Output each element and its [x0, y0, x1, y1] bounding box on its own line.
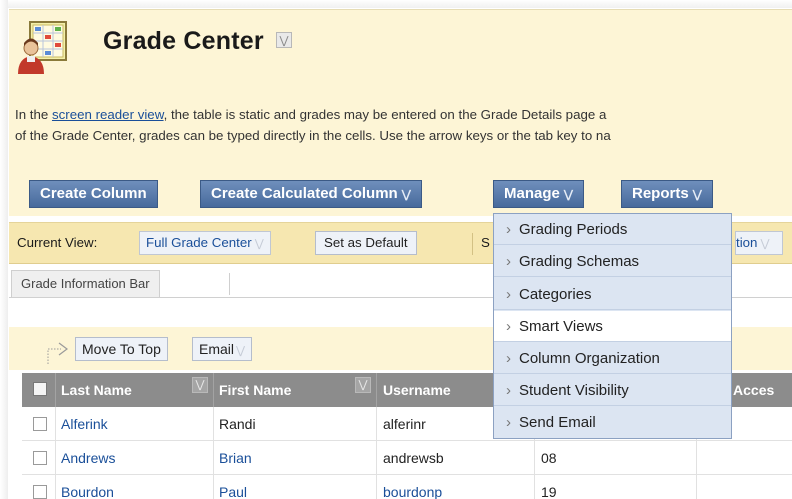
column-divider [213, 373, 214, 407]
chevron-right-icon: › [506, 221, 511, 238]
chevron-down-icon: ⋁ [254, 238, 264, 250]
manage-button[interactable]: Manage ⋁ [493, 180, 584, 208]
left-shadow [0, 0, 8, 499]
manage-label: Manage [504, 185, 560, 202]
menu-item-label: Categories [519, 286, 592, 303]
menu-item-send-email[interactable]: › Send Email [494, 407, 731, 438]
create-calculated-column-button[interactable]: Create Calculated Column ⋁ [200, 180, 422, 208]
chevron-down-icon: ⋁ [279, 35, 289, 47]
menu-item-label: Student Visibility [519, 382, 629, 399]
create-calculated-column-label: Create Calculated Column [211, 185, 398, 202]
first-name-cell: Randi [219, 416, 256, 432]
first-name-cell[interactable]: Paul [219, 475, 247, 499]
grade-cell[interactable]: 08 [541, 441, 557, 475]
username-cell: bourdonp [383, 484, 443, 499]
sort-select[interactable]: tion ⋁ [735, 231, 783, 255]
email-button[interactable]: Email ⋁ [192, 337, 253, 361]
chevron-down-icon: ⋁ [692, 189, 702, 201]
menu-item-label: Column Organization [519, 350, 660, 367]
current-view-select[interactable]: Full Grade Center ⋁ [139, 231, 271, 255]
menu-item-label: Smart Views [519, 318, 603, 335]
menu-item-label: Send Email [519, 414, 596, 431]
last-name-menu-button[interactable]: ⋁ [192, 377, 208, 393]
select-all-checkbox[interactable] [33, 382, 47, 396]
chevron-down-icon: ⋁ [563, 189, 573, 201]
grade-cell[interactable]: 19 [541, 475, 557, 499]
chevron-right-icon: › [506, 414, 511, 431]
sort-select-value: tion [736, 235, 758, 250]
column-divider [213, 407, 214, 499]
info-bar-divider [229, 273, 230, 295]
first-name-cell[interactable]: Brian [219, 441, 252, 475]
info-line-1-suffix: , the table is static and grades may be … [163, 107, 607, 122]
column-divider [55, 407, 56, 499]
reports-button[interactable]: Reports ⋁ [621, 180, 713, 208]
column-header-first-name[interactable]: First Name [219, 373, 349, 407]
column-divider [55, 373, 56, 407]
email-label: Email [199, 341, 235, 357]
set-as-default-button[interactable]: Set as Default [315, 231, 417, 255]
menu-item-label: Grading Periods [519, 221, 628, 238]
menu-item-student-visibility[interactable]: › Student Visibility [494, 375, 731, 406]
chevron-right-icon: › [506, 318, 511, 335]
screen-reader-view-link[interactable]: screen reader view [52, 107, 164, 122]
move-to-top-button[interactable]: Move To Top [75, 337, 168, 361]
info-line-1: In the screen reader view, the table is … [15, 104, 792, 125]
grade-center-window: Grade Center ⋁ In the screen reader view… [0, 0, 792, 499]
selection-arrow-icon [47, 342, 68, 364]
chevron-down-icon: ⋁ [401, 189, 411, 201]
chevron-right-icon: › [506, 382, 511, 399]
menu-item-column-organization[interactable]: › Column Organization [494, 343, 731, 374]
reports-label: Reports [632, 185, 689, 202]
column-divider [376, 373, 377, 407]
menu-item-smart-views[interactable]: › Smart Views [494, 311, 731, 342]
top-shadow [0, 0, 792, 8]
page-title: Grade Center [103, 27, 264, 55]
chevron-down-icon: ⋁ [358, 379, 368, 391]
row-checkbox[interactable] [33, 417, 47, 431]
chevron-down-icon: ⋁ [195, 379, 205, 391]
view-bar-divider [472, 233, 473, 255]
column-header-username[interactable]: Username [383, 373, 488, 407]
chevron-right-icon: › [506, 286, 511, 303]
chevron-right-icon: › [506, 350, 511, 367]
chevron-down-icon: ⋁ [236, 345, 246, 357]
title-menu-button[interactable]: ⋁ [276, 32, 292, 48]
info-text: In the screen reader view, the table is … [15, 104, 792, 146]
info-line-2: of the Grade Center, grades can be typed… [15, 128, 611, 143]
chevron-right-icon: › [506, 253, 511, 270]
last-name-cell[interactable]: Andrews [61, 441, 115, 475]
column-divider [376, 407, 377, 499]
row-checkbox[interactable] [33, 485, 47, 499]
last-name-cell[interactable]: Bourdon [61, 475, 114, 499]
menu-item-grading-schemas[interactable]: › Grading Schemas [494, 246, 731, 277]
column-header-last-access[interactable]: t Acces [725, 373, 792, 407]
grade-information-bar-tab: Grade Information Bar [11, 270, 160, 297]
row-checkbox[interactable] [33, 451, 47, 465]
current-view-label: Current View: [17, 235, 98, 250]
menu-item-label: Grading Schemas [519, 253, 640, 270]
current-view-value: Full Grade Center [146, 235, 252, 250]
username-cell: andrewsb [383, 450, 444, 466]
info-line-1-prefix: In the [15, 107, 52, 122]
create-column-button[interactable]: Create Column [29, 180, 158, 208]
last-name-cell[interactable]: Alferink [61, 407, 108, 441]
first-name-menu-button[interactable]: ⋁ [355, 377, 371, 393]
username-cell: alferinr [383, 416, 426, 432]
create-column-label: Create Column [40, 185, 147, 202]
menu-item-grading-periods[interactable]: › Grading Periods [494, 214, 731, 245]
sort-label: S [481, 235, 490, 250]
grade-center-icon [18, 21, 67, 74]
chevron-down-icon: ⋁ [760, 238, 770, 250]
column-header-last-name[interactable]: Last Name [61, 373, 191, 407]
menu-item-categories[interactable]: › Categories [494, 279, 731, 310]
